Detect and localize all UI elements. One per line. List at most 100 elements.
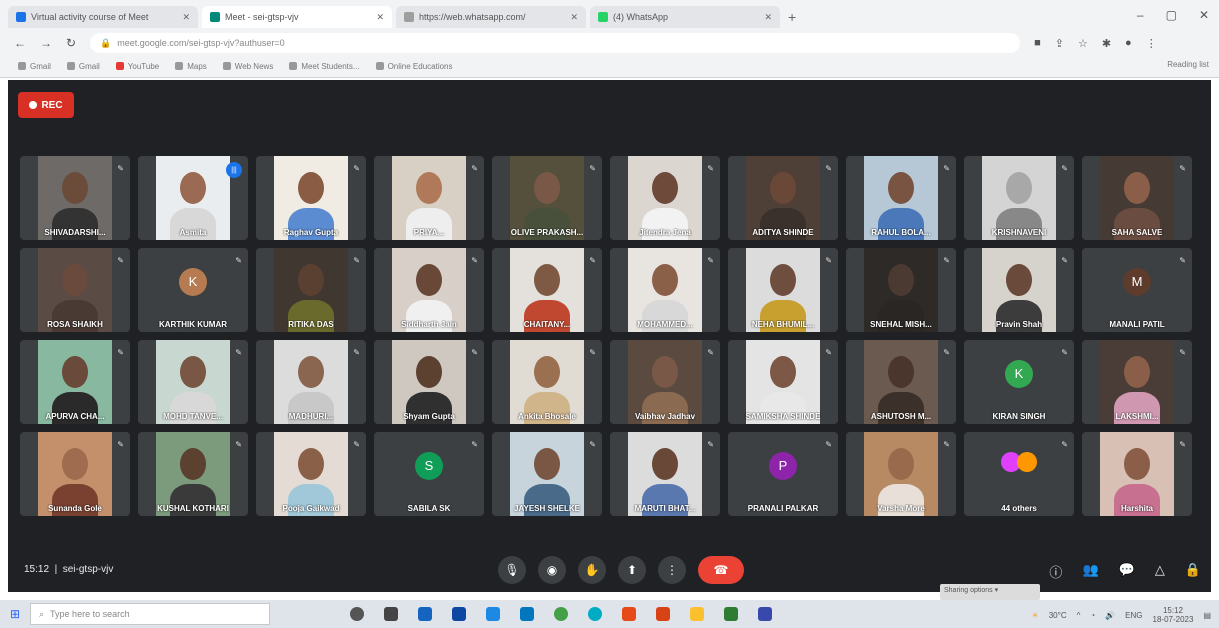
- participant-tile[interactable]: ✎ Harshita: [1082, 432, 1192, 516]
- host-controls-icon[interactable]: 🔒: [1185, 562, 1201, 581]
- participant-tile[interactable]: ✎ JAYESH SHELKE: [492, 432, 602, 516]
- maximize-icon[interactable]: ▢: [1166, 8, 1177, 22]
- participant-tile[interactable]: ✎ RAHUL BOLA...: [846, 156, 956, 240]
- participant-tile[interactable]: ✎ CHAITANY...: [492, 248, 602, 332]
- participant-tile[interactable]: ✎ Sunanda Gole: [20, 432, 130, 516]
- profile-avatar-icon[interactable]: ●: [1125, 37, 1132, 50]
- powerpoint-icon[interactable]: [656, 607, 670, 621]
- close-tab-icon[interactable]: ✕: [376, 12, 384, 23]
- participant-tile[interactable]: ✎ MOHAMMED...: [610, 248, 720, 332]
- participant-tile[interactable]: ✎ Jitendra Jena: [610, 156, 720, 240]
- participant-tile[interactable]: ✎ SNEHAL MISH...: [846, 248, 956, 332]
- participant-tile[interactable]: ✎ Vaibhav Jadhav: [610, 340, 720, 424]
- share-icon[interactable]: ⇪: [1055, 37, 1064, 50]
- sharing-toast[interactable]: Sharing options ▾: [940, 584, 1040, 600]
- participant-tile[interactable]: ||| Asmita: [138, 156, 248, 240]
- office-icon[interactable]: [622, 607, 636, 621]
- bookmark-item[interactable]: Gmail: [18, 62, 51, 71]
- participant-tile[interactable]: ✎ ADITYA SHINDE: [728, 156, 838, 240]
- info-icon[interactable]: ⓘ: [1049, 562, 1062, 581]
- store-icon[interactable]: [452, 607, 466, 621]
- more-options-icon[interactable]: ⋮: [658, 556, 686, 584]
- participant-tile[interactable]: ✎ SHIVADARSHI...: [20, 156, 130, 240]
- close-window-icon[interactable]: ✕: [1199, 8, 1209, 22]
- participant-tile[interactable]: ✎ PRIYA...: [374, 156, 484, 240]
- task-view-icon[interactable]: [384, 607, 398, 621]
- cortana-icon[interactable]: [350, 607, 364, 621]
- participant-tile[interactable]: ✎ KRISHNAVENI: [964, 156, 1074, 240]
- participant-tile[interactable]: ✎ SAMIKSHA SHINDE: [728, 340, 838, 424]
- camera-off-icon[interactable]: ◉: [538, 556, 566, 584]
- close-tab-icon[interactable]: ✕: [182, 12, 190, 23]
- participant-tile[interactable]: ✎ 44 others: [964, 432, 1074, 516]
- mic-off-icon[interactable]: 🎙: [498, 556, 526, 584]
- participant-tile[interactable]: ✎ APURVA CHA...: [20, 340, 130, 424]
- participant-tile[interactable]: ✎ RITIKA DAS: [256, 248, 366, 332]
- explorer-icon[interactable]: [690, 607, 704, 621]
- bookmark-item[interactable]: YouTube: [115, 62, 159, 71]
- participant-tile[interactable]: ✎ MOHD TANVE...: [138, 340, 248, 424]
- end-call-icon[interactable]: ☎: [698, 556, 744, 584]
- participant-tile[interactable]: ✎ ASHUTOSH M...: [846, 340, 956, 424]
- volume-icon[interactable]: 🔊: [1105, 611, 1115, 620]
- minimize-icon[interactable]: –: [1137, 8, 1144, 22]
- participant-tile[interactable]: ✎ Ankita Bhosale: [492, 340, 602, 424]
- participant-tile[interactable]: ✎ OLIVE PRAKASH...: [492, 156, 602, 240]
- participant-tile[interactable]: K ✎ KARTHIK KUMAR: [138, 248, 248, 332]
- participant-tile[interactable]: P ✎ PRANALI PALKAR: [728, 432, 838, 516]
- menu-dots-icon[interactable]: ⋮: [1146, 37, 1157, 50]
- participant-tile[interactable]: ✎ LAKSHMI...: [1082, 340, 1192, 424]
- browser-tab-2[interactable]: https://web.whatsapp.com/ ✕: [396, 6, 586, 28]
- chat-icon[interactable]: 💬: [1119, 562, 1135, 581]
- participant-tile[interactable]: ✎ MARUTI BHAT...: [610, 432, 720, 516]
- raise-hand-icon[interactable]: ✋: [578, 556, 606, 584]
- participant-tile[interactable]: ✎ Varsha More: [846, 432, 956, 516]
- notifications-icon[interactable]: ▤: [1203, 611, 1211, 620]
- bookmark-item[interactable]: Gmail: [66, 62, 100, 71]
- participant-tile[interactable]: ✎ Pooja Gaikwad: [256, 432, 366, 516]
- browser-tab-3[interactable]: (4) WhatsApp ✕: [590, 6, 780, 28]
- browser-tab-0[interactable]: Virtual activity course of Meet ✕: [8, 6, 198, 28]
- chrome-icon[interactable]: [554, 607, 568, 621]
- close-tab-icon[interactable]: ✕: [570, 12, 578, 23]
- network-icon[interactable]: ◔: [1090, 611, 1095, 620]
- bookmark-item[interactable]: Maps: [175, 62, 207, 71]
- star-icon[interactable]: ☆: [1078, 37, 1088, 50]
- back-icon[interactable]: ←: [14, 36, 26, 50]
- puzzle-icon[interactable]: ✱: [1102, 37, 1111, 50]
- word-icon[interactable]: [486, 607, 500, 621]
- taskbar-search[interactable]: ⌕ Type here to search: [30, 603, 270, 625]
- participant-tile[interactable]: ✎ KUSHAL KOTHARI: [138, 432, 248, 516]
- participant-tile[interactable]: S ✎ SABILA SK: [374, 432, 484, 516]
- people-icon[interactable]: 👥: [1082, 562, 1098, 581]
- new-tab-icon[interactable]: +: [788, 9, 796, 25]
- tray-chevron-icon[interactable]: ^: [1077, 611, 1081, 620]
- participant-tile[interactable]: ✎ SAHA SALVE: [1082, 156, 1192, 240]
- participant-tile[interactable]: K ✎ KIRAN SINGH: [964, 340, 1074, 424]
- participant-tile[interactable]: ✎ MADHURI...: [256, 340, 366, 424]
- camera-icon[interactable]: ■: [1034, 37, 1041, 50]
- participant-tile[interactable]: ✎ Pravin Shah: [964, 248, 1074, 332]
- activities-icon[interactable]: △: [1155, 562, 1165, 581]
- close-tab-icon[interactable]: ✕: [764, 12, 772, 23]
- edge-icon[interactable]: [588, 607, 602, 621]
- participant-tile[interactable]: ✎ Raghav Gupta: [256, 156, 366, 240]
- windows-start-icon[interactable]: ⊞: [0, 607, 30, 621]
- teams-icon[interactable]: [758, 607, 772, 621]
- excel-icon[interactable]: [724, 607, 738, 621]
- participant-tile[interactable]: ✎ Siddharth Jain: [374, 248, 484, 332]
- participant-tile[interactable]: ✎ Shyam Gupta: [374, 340, 484, 424]
- participant-tile[interactable]: ✎ ROSA SHAIKH: [20, 248, 130, 332]
- forward-icon[interactable]: →: [40, 36, 52, 50]
- present-screen-icon[interactable]: ⬆: [618, 556, 646, 584]
- bookmark-item[interactable]: Meet Students...: [289, 62, 360, 71]
- reading-list[interactable]: Reading list: [1167, 60, 1209, 69]
- taskbar-clock[interactable]: 15:12 18-07-2023: [1153, 606, 1194, 624]
- weather-icon[interactable]: ☀: [1032, 611, 1039, 620]
- participant-tile[interactable]: ✎ NEHA BHUMIL...: [728, 248, 838, 332]
- browser-tab-1[interactable]: Meet - sei-gtsp-vjv ✕: [202, 6, 392, 28]
- reload-icon[interactable]: ↻: [66, 36, 76, 50]
- bookmark-item[interactable]: Web News: [222, 62, 273, 71]
- mail-icon[interactable]: [418, 607, 432, 621]
- bookmark-item[interactable]: Online Educations: [375, 62, 453, 71]
